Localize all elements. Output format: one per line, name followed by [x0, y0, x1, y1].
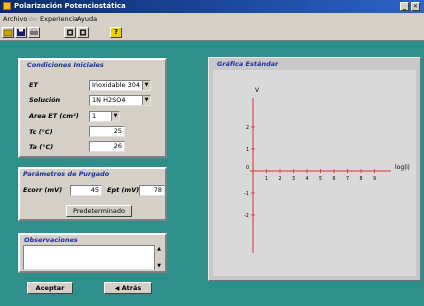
ecorr-label: Ecorr (mV)	[23, 186, 63, 194]
save-icon[interactable]	[15, 27, 27, 38]
back-arrow-icon: ◀	[114, 285, 120, 292]
initial-conditions-title: Condiciones Iniciales	[27, 61, 104, 69]
graph-title: Gráfica Estándar	[217, 60, 279, 68]
ecorr-input[interactable]: 45	[70, 185, 102, 196]
x-tick-label: 6	[333, 176, 336, 182]
prev-icon[interactable]	[64, 27, 76, 38]
solution-value: 1N H2SO4	[92, 96, 126, 104]
open-icon[interactable]	[2, 27, 14, 38]
chevron-down-icon[interactable]: ▼	[142, 81, 150, 90]
default-button[interactable]: Predeterminado	[66, 205, 132, 217]
next-icon[interactable]	[77, 27, 89, 38]
y-tick-label: 1	[246, 147, 249, 153]
notes-title: Observaciones	[24, 236, 78, 244]
y-tick-label: 2	[246, 125, 249, 131]
scroll-up-icon[interactable]: ▲	[155, 245, 163, 253]
standard-graph: V log|i| 0 1 2 3 4 5 6 7 8 9 2 1 -1 -2	[244, 87, 410, 253]
purge-parameters-panel: Parámetros de Purgado Ecorr (mV) 45 Ept …	[18, 167, 167, 221]
area-label: Area ET (cm²)	[29, 112, 79, 120]
toolbar: ?	[0, 25, 424, 41]
ept-input[interactable]: 78	[139, 185, 165, 196]
chevron-down-icon[interactable]: ▼	[111, 112, 119, 121]
app-icon	[3, 2, 11, 10]
x-tick-label: 1	[265, 176, 268, 182]
accept-button[interactable]: Aceptar	[27, 282, 73, 294]
ta-input[interactable]: 26	[89, 141, 125, 152]
title-bar: Polarización Potenciostática _ ✕	[0, 0, 424, 13]
initial-conditions-panel: Condiciones Iniciales ET Inoxidable 304 …	[18, 58, 167, 158]
ta-label: Ta (°C)	[29, 143, 54, 151]
graph-area: V log|i| 0 1 2 3 4 5 6 7 8 9 2 1 -1 -2	[213, 70, 416, 276]
x-tick-label: 9	[373, 176, 376, 182]
x-tick-label: 7	[346, 176, 349, 182]
solution-label: Solución	[29, 96, 61, 104]
graph-panel: Gráfica Estándar V log|i| 0 1 2 3 4 5 6 7 8 9 2 1 -1…	[208, 57, 421, 281]
back-button[interactable]: ◀ Atrás	[104, 282, 152, 294]
x-tick-label: 0	[246, 165, 249, 171]
menu-archivo[interactable]: Archivo	[3, 13, 27, 25]
area-select[interactable]: 1 ▼	[89, 111, 120, 122]
menu-ayuda[interactable]: Ayuda	[77, 13, 97, 25]
area-value: 1	[92, 112, 97, 120]
x-tick-label: 5	[319, 176, 322, 182]
x-tick-label: 2	[279, 176, 282, 182]
purge-parameters-title: Parámetros de Purgado	[23, 170, 110, 178]
chevron-down-icon[interactable]: ▼	[142, 96, 150, 105]
y-tick-label: -1	[244, 191, 249, 197]
window-title: Polarización Potenciostática	[14, 2, 126, 10]
print-icon[interactable]	[28, 27, 40, 38]
solution-select[interactable]: 1N H2SO4 ▼	[89, 95, 151, 106]
x-tick-label: 8	[360, 176, 363, 182]
minimize-button[interactable]: _	[400, 2, 409, 11]
help-button[interactable]: ?	[110, 27, 122, 38]
notes-scrollbar[interactable]: ▲ ▼	[154, 245, 163, 270]
et-value: Inoxidable 304	[92, 81, 140, 89]
tc-input[interactable]: 25	[89, 126, 125, 137]
scroll-down-icon[interactable]: ▼	[155, 262, 163, 270]
x-tick-label: 4	[306, 176, 309, 182]
x-axis-label: log|i|	[395, 164, 410, 171]
back-button-label: Atrás	[121, 284, 142, 292]
menu-bar: Archivo Ver Experiencia Ayuda	[0, 13, 424, 25]
et-select[interactable]: Inoxidable 304 ▼	[89, 80, 151, 91]
y-axis-label: V	[255, 87, 260, 94]
notes-textarea[interactable]	[23, 245, 162, 270]
et-label: ET	[29, 81, 38, 89]
notes-panel: Observaciones ▲ ▼	[18, 233, 167, 273]
x-tick-label: 3	[292, 176, 295, 182]
menu-ver[interactable]: Ver	[28, 13, 39, 25]
tc-label: Tc (°C)	[29, 128, 53, 136]
close-button[interactable]: ✕	[411, 2, 420, 11]
y-tick-label: -2	[244, 213, 249, 219]
ept-label: Ept (mV)	[107, 186, 140, 194]
menu-experiencia[interactable]: Experiencia	[40, 13, 78, 25]
